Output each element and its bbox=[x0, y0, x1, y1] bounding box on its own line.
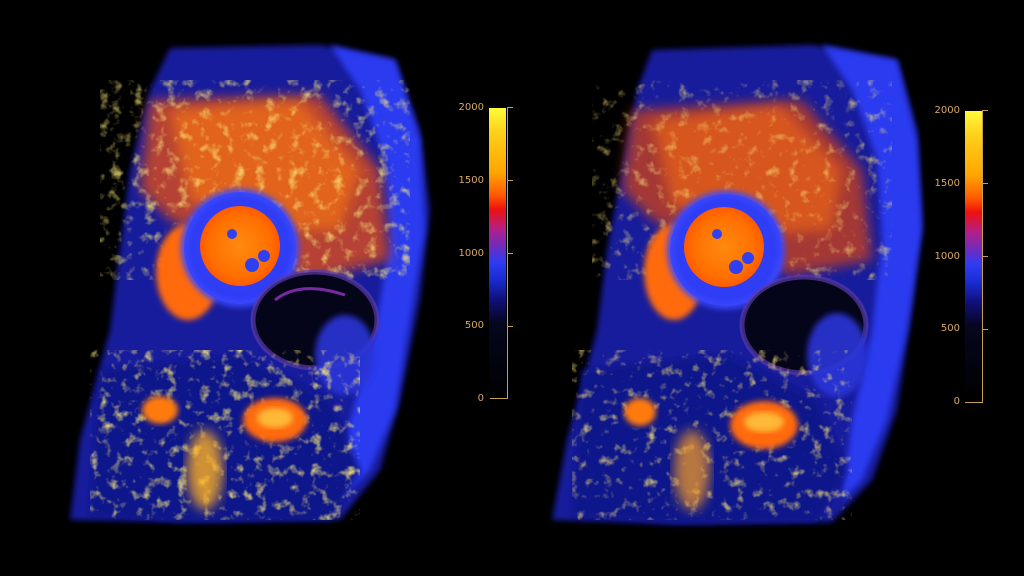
colorbar-tick-label: 0 bbox=[477, 393, 484, 404]
tick-mark bbox=[983, 329, 988, 330]
colorbar-tick-label: 500 bbox=[464, 320, 484, 331]
tick-mark bbox=[965, 402, 983, 403]
colorbar-tick-label: 1500 bbox=[458, 175, 484, 186]
colorbar-tick-label: 500 bbox=[940, 323, 960, 334]
colorbar-tick-label: 1000 bbox=[934, 251, 960, 262]
colorbar-gradient bbox=[489, 108, 506, 398]
colorbar-tick-label: 0 bbox=[953, 396, 960, 407]
colorbar-tick-label: 2000 bbox=[934, 105, 960, 116]
tick-mark bbox=[983, 183, 988, 184]
colorbar-tick-label: 1500 bbox=[934, 178, 960, 189]
cardiac-t1-map-image bbox=[552, 45, 922, 524]
colorbar-gradient bbox=[965, 111, 982, 401]
colorbar-tick-label: 2000 bbox=[458, 102, 484, 113]
tick-mark bbox=[490, 398, 508, 399]
right-t1-map-panel: 2000 1500 1000 500 0 bbox=[512, 0, 1024, 576]
tick-mark bbox=[983, 110, 988, 111]
tick-mark bbox=[983, 256, 988, 257]
colorbar-tick-label: 1000 bbox=[458, 248, 484, 259]
left-t1-map-panel: 2000 1500 1000 500 0 bbox=[0, 0, 513, 576]
cardiac-t1-map-image bbox=[70, 45, 430, 522]
